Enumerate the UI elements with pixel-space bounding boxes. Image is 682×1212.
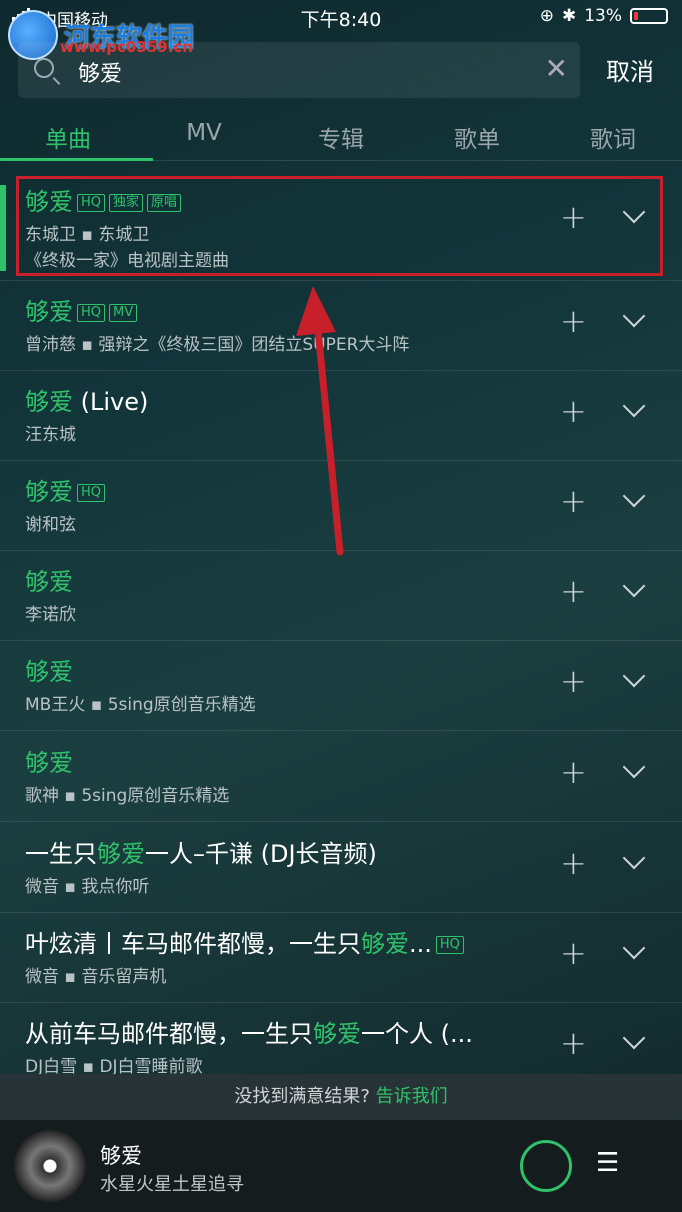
feedback-text: 没找到满意结果? bbox=[234, 1086, 370, 1107]
annotation-arrow bbox=[296, 286, 344, 556]
feedback-link[interactable]: 告诉我们 bbox=[376, 1086, 448, 1107]
now-playing-lyric: 水星火星土星追寻 bbox=[100, 1174, 244, 1195]
playlist-icon[interactable]: ☰ bbox=[596, 1148, 619, 1178]
album-cover[interactable] bbox=[14, 1130, 86, 1202]
mini-player[interactable]: 够爱 水星火星土星追寻 ☰ bbox=[0, 1120, 682, 1212]
now-playing-title: 够爱 bbox=[100, 1144, 142, 1168]
play-pause-button[interactable] bbox=[520, 1140, 572, 1192]
feedback-bar: 没找到满意结果? 告诉我们 bbox=[0, 1074, 682, 1120]
